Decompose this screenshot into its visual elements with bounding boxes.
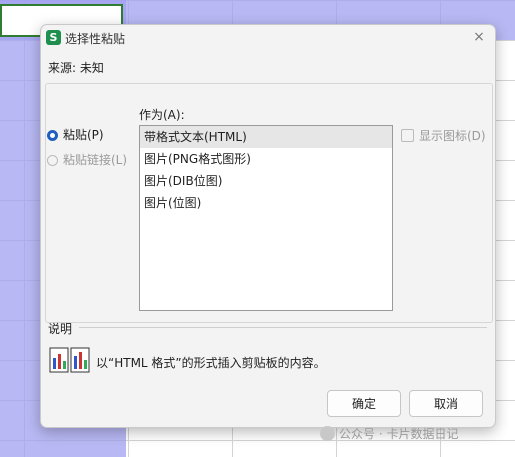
source-info: 来源: 未知 xyxy=(48,59,104,76)
list-item[interactable]: 图片(DIB位图) xyxy=(140,170,392,192)
paste-as-list[interactable]: 带格式文本(HTML) 图片(PNG格式图形) 图片(DIB位图) 图片(位图) xyxy=(139,125,393,311)
close-icon[interactable]: × xyxy=(471,29,487,45)
ok-button[interactable]: 确定 xyxy=(327,390,401,417)
show-icon-checkbox[interactable]: 显示图标(D) xyxy=(401,128,486,144)
watermark-text: 公众号 · 卡片数据日记 xyxy=(339,427,459,441)
dialog-title: 选择性粘贴 xyxy=(65,32,126,46)
list-item[interactable]: 带格式文本(HTML) xyxy=(140,126,392,148)
watermark: 公众号 · 卡片数据日记 xyxy=(320,425,458,442)
description-divider xyxy=(79,327,487,328)
paste-preview-icon xyxy=(49,347,90,373)
title-bar: S 选择性粘贴 × xyxy=(41,25,495,51)
as-label: 作为(A): xyxy=(139,108,185,122)
source-label: 来源: xyxy=(48,61,77,75)
paste-radio[interactable]: 粘贴(P) xyxy=(47,127,104,143)
paste-link-radio[interactable]: 粘贴链接(L) xyxy=(47,152,127,168)
list-item[interactable]: 图片(PNG格式图形) xyxy=(140,148,392,170)
show-icon-label: 显示图标(D) xyxy=(419,129,486,143)
cancel-button[interactable]: 取消 xyxy=(409,390,483,417)
description-text: 以“HTML 格式”的形式插入剪贴板的内容。 xyxy=(96,356,326,370)
paste-radio-label: 粘贴(P) xyxy=(63,128,104,142)
list-item[interactable]: 图片(位图) xyxy=(140,192,392,214)
checkbox-unchecked-icon xyxy=(401,129,414,142)
description-label: 说明 xyxy=(48,322,73,336)
wechat-icon xyxy=(320,426,335,441)
radio-checked-icon xyxy=(47,130,58,141)
paste-special-dialog: S 选择性粘贴 × 来源: 未知 作为(A): 粘贴(P) 粘贴链接(L) 带格… xyxy=(40,24,496,428)
radio-unchecked-icon xyxy=(47,155,58,166)
spreadsheet-app-icon: S xyxy=(46,30,61,45)
paste-link-radio-label: 粘贴链接(L) xyxy=(63,153,128,167)
source-value: 未知 xyxy=(79,61,104,75)
